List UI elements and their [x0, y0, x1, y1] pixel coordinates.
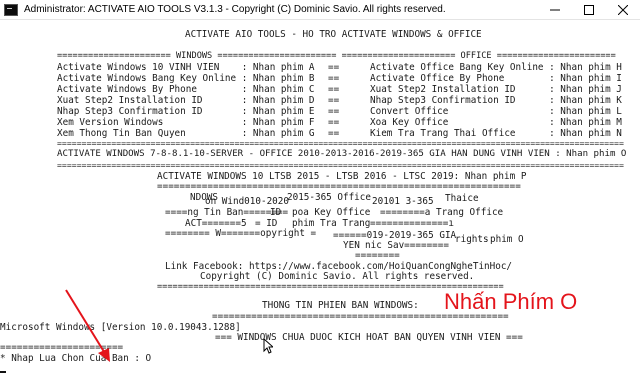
minimize-icon	[550, 9, 560, 11]
menu-separator: ==	[328, 95, 340, 106]
garbled-text: ==============ı	[370, 218, 454, 229]
windows-version-line: Microsoft Windows [Version 10.0.19043.12…	[0, 322, 241, 333]
windows-info-title: THONG TIN PHIEN BAN WINDOWS:	[262, 300, 419, 311]
garbled-text: 2015-365 Office	[287, 192, 371, 203]
window-title: Administrator: ACTIVATE AIO TOOLS V3.1.3…	[24, 4, 446, 15]
menu-left-item: Activate Windows Bang Key Online : Nhan …	[57, 73, 315, 84]
close-icon	[618, 5, 628, 15]
garbled-text: 20101 3-365	[372, 196, 434, 207]
menu-right-item: Activate Office Bang Key Online : Nhan p…	[370, 62, 622, 73]
garbled-text: ======== W=======opyright =	[165, 228, 317, 239]
menu-separator: ==	[328, 84, 340, 95]
garbled-text: rights	[455, 234, 489, 245]
menu-separator: ==	[328, 106, 340, 117]
garbled-text: ========a Trang Office	[380, 207, 504, 218]
menu-left-item: Nhap Step3 Confirmation ID : Nhan phim E	[57, 106, 315, 117]
menu-right-item: Convert Office : Nhan phim L	[370, 106, 622, 117]
permanent-activation-line: ACTIVATE WINDOWS 7-8-8.1-10-SERVER - OFF…	[57, 149, 627, 159]
menu-left-item: Xuat Step2 Installation ID : Nhan phim D	[57, 95, 315, 106]
instruction-annotation: Nhấn Phím O	[444, 289, 578, 314]
console-app-icon	[4, 3, 18, 16]
menu-separator: ==	[328, 117, 340, 128]
maximize-icon	[584, 5, 594, 15]
menu-right-item: Nhap Step3 Confirmation ID : Nhan phim K	[370, 95, 622, 106]
garbled-text: phim O	[490, 234, 524, 245]
garbled-text: poa Key Office	[292, 207, 371, 218]
garbled-text: ========	[355, 250, 400, 261]
rule-line: ========================================…	[57, 138, 624, 148]
menu-left-item: Xem Version Windows : Nhan phim F	[57, 117, 315, 128]
red-arrow-icon	[65, 289, 110, 362]
title-bar: Administrator: ACTIVATE AIO TOOLS V3.1.3…	[0, 0, 640, 20]
menu-right-item: Xoa Key Office : Nhan phim M	[370, 117, 622, 128]
menu-right-item: Activate Office By Phone : Nhan phim I	[370, 73, 622, 84]
garbled-text: ID	[270, 207, 282, 218]
section-rule: ====================== WINDOWS =========…	[57, 51, 616, 61]
console-heading: ACTIVATE AIO TOOLS - HO TRO ACTIVATE WIN…	[185, 29, 482, 40]
menu-left-item: Activate Windows 10 VINH VIEN : Nhan phi…	[57, 62, 315, 73]
menu-separator: ==	[328, 73, 340, 84]
activation-status-line: === WINDOWS CHUA DUOC KICH HOAT BAN QUYE…	[215, 332, 523, 343]
window-controls	[538, 0, 640, 20]
ltsb-rule: ========================================…	[157, 181, 521, 192]
menu-separator: ==	[328, 62, 340, 73]
close-button[interactable]	[606, 0, 640, 20]
copyright-line: Copyright (C) Dominic Savio. All rights …	[200, 271, 475, 282]
text-cursor	[0, 371, 6, 373]
minimize-button[interactable]	[538, 0, 572, 20]
garbled-text: on Wind010-2020	[205, 196, 289, 207]
menu-left-item: Activate Windows By Phone : Nhan phim C	[57, 84, 315, 95]
menu-right-item: Xuat Step2 Installation ID : Nhan phim J	[370, 84, 622, 95]
maximize-button[interactable]	[572, 0, 606, 20]
garbled-text: Thaice	[445, 193, 479, 204]
mouse-cursor-icon	[263, 338, 273, 354]
rule-line: ========================================…	[57, 160, 624, 170]
